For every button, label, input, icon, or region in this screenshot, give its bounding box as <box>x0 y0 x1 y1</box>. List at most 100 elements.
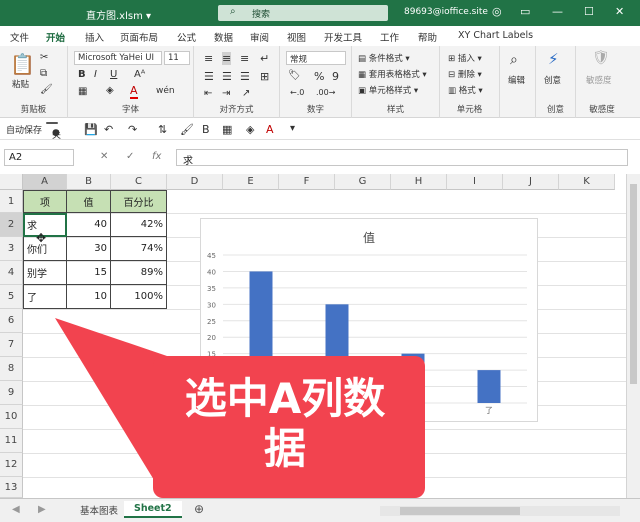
row-header-2[interactable]: 2 <box>0 213 23 237</box>
vertical-scroll-thumb[interactable] <box>630 184 637 384</box>
bold-button[interactable]: B <box>78 69 86 80</box>
increase-indent-icon[interactable]: ⇥ <box>222 88 230 99</box>
cell-b3[interactable]: 30 <box>67 237 111 261</box>
sort-icon[interactable]: ⇅ <box>158 123 167 136</box>
column-header-e[interactable]: E <box>223 174 279 190</box>
font-color-button[interactable]: A <box>130 84 138 99</box>
border-icon[interactable]: ▦ <box>78 86 87 97</box>
format-cells-button[interactable]: ▥ 格式 ▾ <box>448 84 483 96</box>
column-header-i[interactable]: I <box>447 174 503 190</box>
decrease-decimal-icon[interactable]: .00→ <box>316 88 335 97</box>
sheet-tab-sheet2[interactable]: Sheet2 <box>124 501 182 518</box>
account-name[interactable]: 89693@ioffice.site <box>404 7 488 17</box>
insert-cells-button[interactable]: ⊞ 插入 ▾ <box>448 52 482 64</box>
column-header-g[interactable]: G <box>335 174 391 190</box>
wrap-text-icon[interactable]: ↵ <box>260 52 269 65</box>
ribbon-display-icon[interactable]: ▭ <box>520 5 530 18</box>
align-center-icon[interactable]: ☰ <box>222 70 232 83</box>
merge-icon[interactable]: ⊞ <box>260 70 269 83</box>
tab-work[interactable]: 工作 <box>380 30 399 44</box>
align-left-icon[interactable]: ☰ <box>204 70 214 83</box>
row-header-11[interactable]: 11 <box>0 429 23 453</box>
insert-function-button[interactable]: fx <box>152 151 161 162</box>
align-middle-icon[interactable]: ≡ <box>222 52 232 65</box>
bold-qat-icon[interactable]: B <box>202 123 210 136</box>
tab-file[interactable]: 文件 <box>10 30 29 44</box>
cell-b4[interactable]: 15 <box>67 261 111 285</box>
cancel-icon[interactable]: ✕ <box>100 151 108 162</box>
font-grow-icon[interactable]: Aᴬ <box>134 69 145 80</box>
decrease-indent-icon[interactable]: ⇤ <box>204 88 212 99</box>
cell-c3[interactable]: 74% <box>111 237 167 261</box>
italic-button[interactable]: I <box>94 69 97 80</box>
save-icon[interactable]: 💾 <box>84 123 98 136</box>
cut-icon[interactable]: ✂ <box>40 52 48 63</box>
row-header-5[interactable]: 5 <box>0 285 23 309</box>
copy-icon[interactable]: ⧉ <box>40 68 47 79</box>
paste-icon[interactable]: 📋 <box>10 52 35 76</box>
number-format-select[interactable]: 常规 <box>286 51 346 65</box>
tab-help[interactable]: 帮助 <box>418 30 437 44</box>
vertical-scrollbar[interactable] <box>626 174 640 498</box>
autosave-toggle[interactable]: ● 关 <box>46 122 61 141</box>
column-header-j[interactable]: J <box>503 174 559 190</box>
account-icon[interactable]: ◎ <box>492 5 502 18</box>
enter-icon[interactable]: ✓ <box>126 151 134 162</box>
horizontal-scroll-thumb[interactable] <box>400 507 520 515</box>
underline-button[interactable]: U <box>110 69 117 80</box>
row-header-13[interactable]: 13 <box>0 477 23 498</box>
column-header-b[interactable]: B <box>67 174 111 190</box>
find-icon[interactable]: ⌕ <box>510 52 518 68</box>
tab-xy-chart-labels[interactable]: XY Chart Labels <box>458 30 533 41</box>
creative-button[interactable]: 创意 <box>544 74 561 86</box>
column-header-d[interactable]: D <box>167 174 223 190</box>
editing-button[interactable]: 编辑 <box>508 74 525 86</box>
close-icon[interactable]: ✕ <box>615 5 624 18</box>
align-bottom-icon[interactable]: ≡ <box>240 52 249 65</box>
tab-data[interactable]: 数据 <box>214 30 233 44</box>
row-header-1[interactable]: 1 <box>0 190 23 213</box>
tab-insert[interactable]: 插入 <box>85 30 104 44</box>
add-sheet-icon[interactable]: ⊕ <box>194 502 204 516</box>
cell-c5[interactable]: 100% <box>111 285 167 309</box>
header-cell-value[interactable]: 值 <box>67 190 111 213</box>
cell-c4[interactable]: 89% <box>111 261 167 285</box>
column-header-k[interactable]: K <box>559 174 615 190</box>
row-header-4[interactable]: 4 <box>0 261 23 285</box>
header-cell-item[interactable]: 项 <box>23 190 67 213</box>
align-right-icon[interactable]: ☰ <box>240 70 250 83</box>
row-header-9[interactable]: 9 <box>0 381 23 405</box>
column-header-h[interactable]: H <box>391 174 447 190</box>
cell-styles-button[interactable]: ▣ 单元格样式 ▾ <box>358 84 418 96</box>
currency-icon[interactable]: 🏷 <box>288 70 301 81</box>
row-header-12[interactable]: 12 <box>0 453 23 477</box>
format-painter-qat-icon[interactable]: 🖌 <box>180 123 194 136</box>
cell-a4[interactable]: 别学 <box>23 261 67 285</box>
redo-icon[interactable]: ↷ <box>128 123 137 136</box>
cell-b5[interactable]: 10 <box>67 285 111 309</box>
sheet-tab-basic-chart[interactable]: 基本图表 <box>70 501 129 518</box>
align-top-icon[interactable]: ≡ <box>204 52 213 65</box>
next-sheet-icon[interactable]: ▶ <box>38 504 46 515</box>
row-header-8[interactable]: 8 <box>0 357 23 381</box>
search-box[interactable]: ⌕ 搜索 <box>218 5 388 21</box>
horizontal-scrollbar[interactable] <box>380 506 620 516</box>
font-name-select[interactable]: Microsoft YaHei UI <box>74 51 162 65</box>
cell-c2[interactable]: 42% <box>111 213 167 237</box>
window-title[interactable]: 直方图.xlsm ▾ <box>86 7 151 22</box>
undo-icon[interactable]: ↶ <box>104 123 113 136</box>
chart-bar[interactable] <box>477 370 501 403</box>
font-size-select[interactable]: 11 <box>164 51 190 65</box>
lightning-icon[interactable]: ⚡ <box>548 50 559 68</box>
row-header-3[interactable]: 3 <box>0 237 23 261</box>
format-painter-icon[interactable]: 🖌 <box>40 84 53 95</box>
maximize-icon[interactable]: ☐ <box>584 5 594 18</box>
format-as-table-button[interactable]: ▦ 套用表格格式 ▾ <box>358 68 427 80</box>
cell-b2[interactable]: 40 <box>67 213 111 237</box>
customize-qat-icon[interactable]: ▾ <box>290 123 295 134</box>
cell-a5[interactable]: 了 <box>23 285 67 309</box>
fill-color-icon[interactable]: ◈ <box>106 85 114 96</box>
delete-cells-button[interactable]: ⊟ 删除 ▾ <box>448 68 482 80</box>
minimize-icon[interactable]: — <box>552 5 563 18</box>
increase-decimal-icon[interactable]: ←.0 <box>290 88 304 97</box>
